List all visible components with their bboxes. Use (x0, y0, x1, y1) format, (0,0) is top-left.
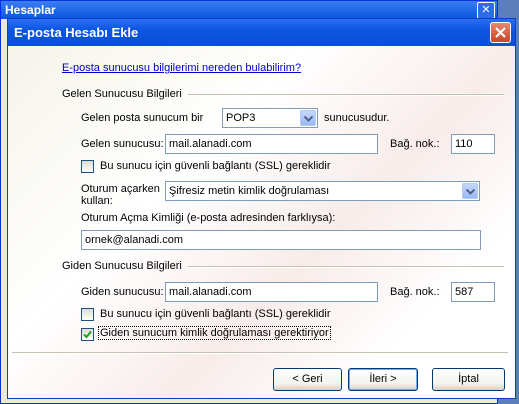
incoming-ssl-checkbox[interactable] (81, 160, 94, 173)
footer-divider (12, 352, 508, 354)
login-id-label: Oturum Açma Kimliği (e-posta adresinden … (81, 212, 336, 224)
dialog-body: E-posta sunucusu bilgilerimi nereden bul… (8, 46, 515, 398)
outgoing-group-label: Giden Sunucusu Bilgileri (62, 260, 182, 272)
outgoing-auth-label: Giden sunucum kimlik doğrulaması gerekti… (98, 326, 331, 340)
login-id-input[interactable]: ornek@alanadi.com (81, 230, 481, 250)
outgoing-ssl-checkbox[interactable] (81, 308, 94, 321)
add-email-account-dialog: E-posta Hesabı Ekle E-posta sunucusu bil… (7, 18, 516, 399)
incoming-group-divider (188, 94, 504, 96)
logon-label: Oturum açarken kullan: (81, 183, 160, 207)
incoming-ssl-label: Bu sunucu için güvenli bağlantı (SSL) ge… (100, 160, 331, 172)
incoming-group-label: Gelen Sunucusu Bilgileri (62, 88, 182, 100)
logon-label-line1: Oturum açarken (81, 183, 160, 195)
outgoing-auth-checkbox[interactable] (81, 328, 94, 341)
incoming-server-input[interactable]: mail.alanadi.com (165, 134, 378, 154)
next-button[interactable]: İleri > (348, 368, 418, 391)
help-link[interactable]: E-posta sunucusu bilgilerimi nereden bul… (62, 62, 301, 74)
chevron-down-icon[interactable] (300, 110, 316, 126)
incoming-server-label: Gelen sunucusu: (81, 138, 164, 150)
logon-method-value: Şifresiz metin kimlik doğrulaması (169, 185, 330, 197)
outgoing-ssl-label: Bu sunucu için güvenli bağlantı (SSL) ge… (100, 308, 331, 320)
back-button[interactable]: < Geri (273, 368, 342, 391)
server-type-suffix: sunucusudur. (324, 112, 390, 124)
incoming-port-input[interactable]: 110 (451, 134, 495, 154)
incoming-port-label: Bağ. nok.: (390, 138, 440, 150)
server-type-value: POP3 (226, 112, 256, 124)
chevron-down-icon[interactable] (462, 183, 478, 199)
close-icon[interactable] (490, 22, 511, 43)
cancel-button[interactable]: İptal (432, 368, 505, 391)
outgoing-port-label: Bağ. nok.: (390, 286, 440, 298)
dialog-title: E-posta Hesabı Ekle (8, 19, 515, 46)
background-close-icon[interactable]: ✕ (477, 2, 495, 19)
outgoing-server-label: Giden sunucusu: (81, 286, 164, 298)
outgoing-group-divider (188, 266, 504, 268)
outgoing-port-input[interactable]: 587 (451, 282, 495, 302)
logon-label-line2: kullan: (81, 195, 113, 207)
logon-method-select[interactable]: Şifresiz metin kimlik doğrulaması (165, 181, 480, 201)
background-window-title: Hesaplar (1, 1, 497, 19)
outgoing-server-input[interactable]: mail.alanadi.com (165, 282, 378, 302)
server-type-select[interactable]: POP3 (222, 108, 318, 128)
server-type-prefix: Gelen posta sunucum bir (81, 112, 204, 124)
